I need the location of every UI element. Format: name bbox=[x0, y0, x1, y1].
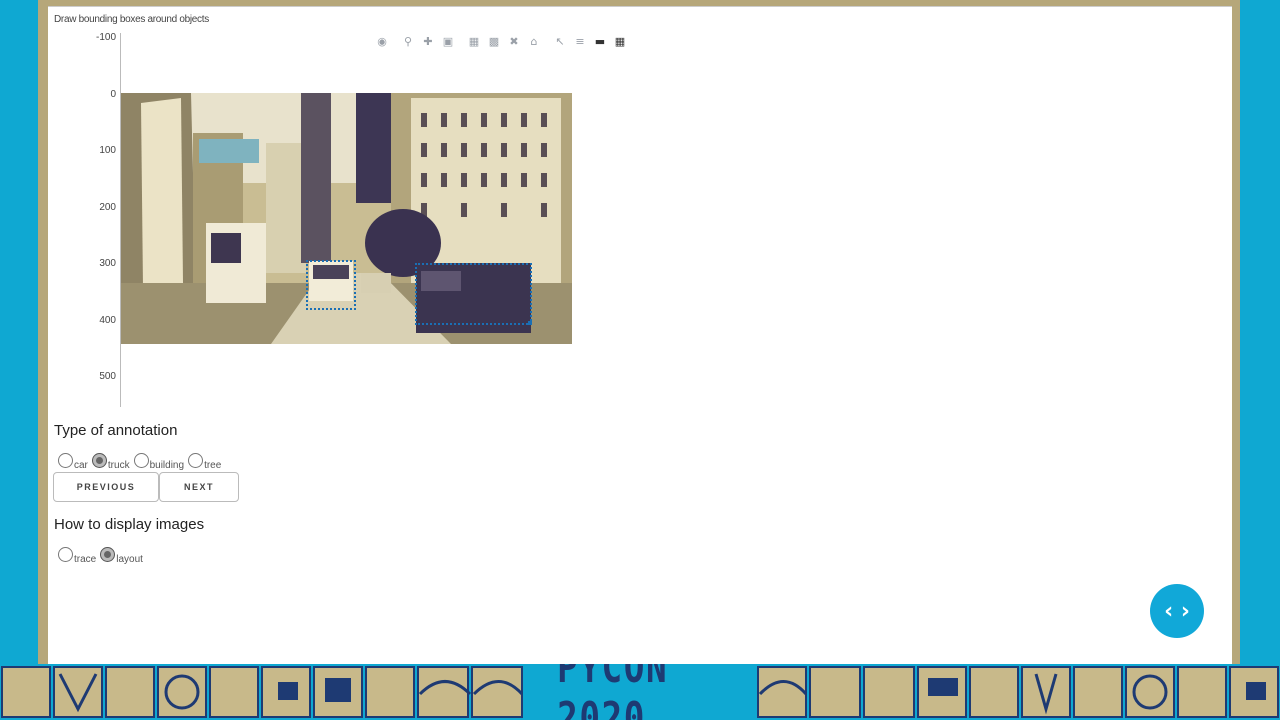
code-brackets-icon: ‹ › bbox=[1164, 598, 1190, 624]
lasso-icon[interactable]: ▩ bbox=[484, 33, 504, 49]
radio-car-input[interactable] bbox=[58, 453, 73, 468]
radio-car-label: car bbox=[74, 460, 88, 471]
radio-tree[interactable]: tree bbox=[188, 453, 223, 471]
y-tick-label: 100 bbox=[99, 145, 116, 156]
previous-button[interactable]: PREVIOUS bbox=[53, 472, 159, 502]
radio-building-label: building bbox=[149, 460, 185, 471]
plot-title: Draw bounding boxes around objects bbox=[54, 14, 209, 25]
radio-truck-label: truck bbox=[107, 460, 130, 471]
zoom-icon[interactable]: ⚲ bbox=[398, 33, 418, 49]
radio-truck-input[interactable] bbox=[91, 453, 107, 468]
radio-layout-input[interactable] bbox=[100, 547, 116, 562]
pan-icon[interactable]: ✚ bbox=[418, 33, 438, 49]
autoscale-icon[interactable]: ✖ bbox=[504, 33, 524, 49]
hover-compare-icon[interactable]: ≡ bbox=[570, 33, 590, 49]
street-image[interactable] bbox=[121, 93, 572, 344]
radio-layout-label: layout bbox=[116, 554, 143, 565]
annotation-type-heading: Type of annotation bbox=[54, 422, 178, 439]
banner-title: PYCON 2020 bbox=[557, 664, 669, 720]
bbox-resize-handle[interactable] bbox=[528, 321, 532, 325]
radio-building[interactable]: building bbox=[133, 453, 186, 471]
box-select-icon[interactable]: ▦ bbox=[464, 33, 484, 49]
display-mode-heading: How to display images bbox=[54, 516, 205, 533]
radio-tree-label: tree bbox=[204, 460, 222, 471]
y-tick-label: -100 bbox=[95, 32, 116, 43]
download-icon[interactable]: ▣ bbox=[438, 33, 458, 49]
annotation-type-radio-group: car truck building tree bbox=[58, 453, 223, 471]
y-tick-label: 400 bbox=[99, 314, 116, 326]
bbox-car[interactable] bbox=[415, 263, 532, 325]
radio-trace-label: trace bbox=[74, 554, 97, 565]
radio-layout[interactable]: layout bbox=[100, 547, 145, 565]
navigation-buttons: PREVIOUS NEXT bbox=[53, 472, 239, 502]
next-button[interactable]: NEXT bbox=[159, 472, 239, 502]
dash-app-page: Draw bounding boxes around objects ◉ ⚲ ✚… bbox=[48, 6, 1232, 665]
display-mode-radio-group: trace layout bbox=[58, 547, 145, 565]
camera-icon[interactable]: ◉ bbox=[372, 33, 392, 49]
radio-car[interactable]: car bbox=[58, 453, 90, 471]
pycon-banner: PYCON 2020 bbox=[0, 664, 1280, 720]
y-tick-label: 200 bbox=[99, 201, 116, 213]
hover-closest-icon[interactable]: ↖ bbox=[550, 33, 570, 49]
home-icon[interactable]: ⌂ bbox=[524, 33, 544, 49]
bbox-truck[interactable] bbox=[306, 260, 356, 310]
code-toggle-button[interactable]: ‹ › bbox=[1150, 584, 1204, 638]
radio-truck[interactable]: truck bbox=[91, 453, 132, 471]
plotly-logo-icon[interactable]: ▦ bbox=[610, 33, 630, 49]
radio-trace[interactable]: trace bbox=[58, 547, 98, 565]
radio-building-input[interactable] bbox=[133, 453, 149, 468]
plot-modebar: ◉ ⚲ ✚ ▣ ▦ ▩ ✖ ⌂ ↖ ≡ ▬ ▦ bbox=[372, 33, 630, 49]
toggle-spikelines-icon[interactable]: ▬ bbox=[590, 33, 610, 49]
y-tick-label: 300 bbox=[99, 258, 116, 269]
y-tick-label: 500 bbox=[99, 371, 116, 382]
radio-trace-input[interactable] bbox=[58, 547, 73, 562]
radio-tree-input[interactable] bbox=[188, 453, 204, 468]
y-tick-label: 0 bbox=[110, 88, 116, 100]
